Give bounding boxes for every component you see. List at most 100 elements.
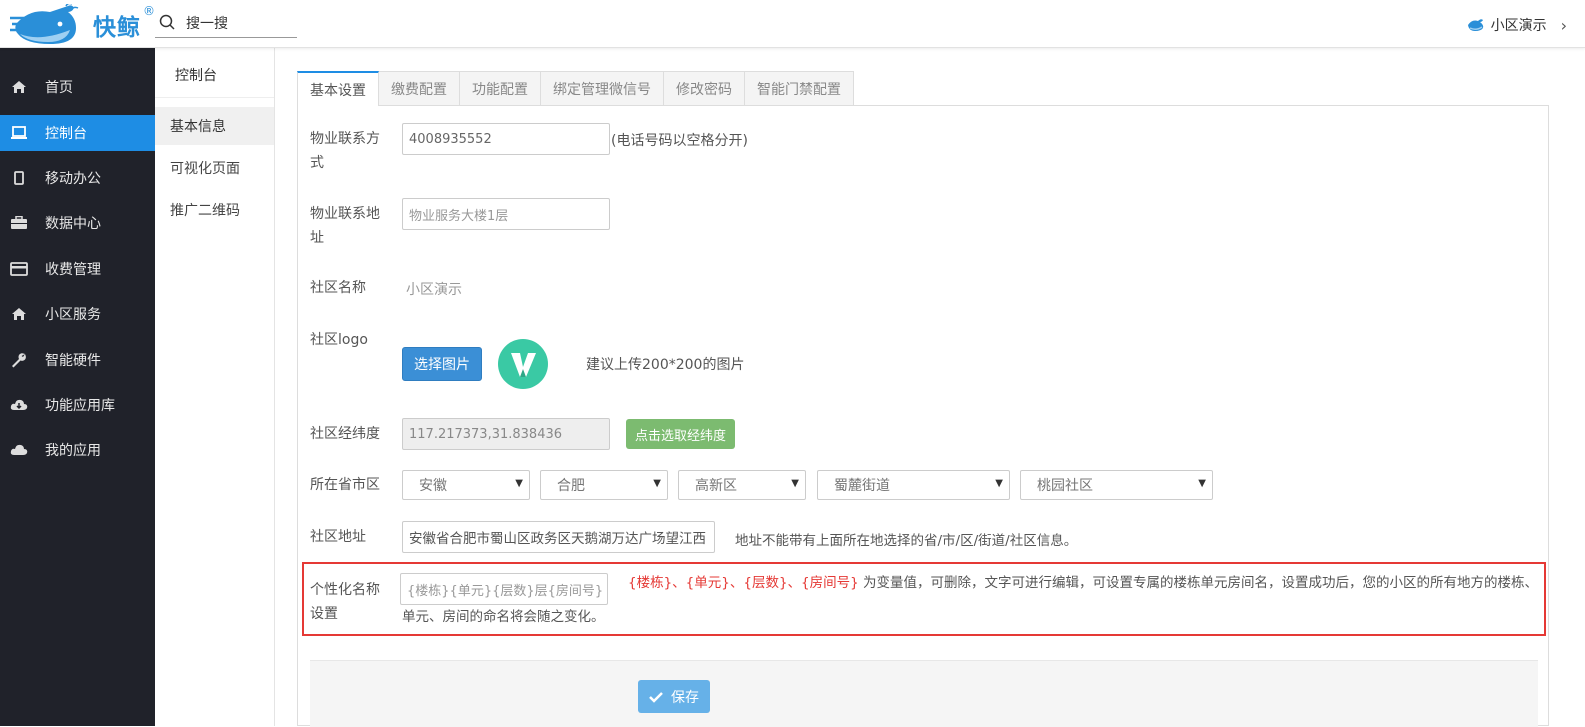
street-select[interactable]: 蜀麓街道 ▼ [817,470,1010,500]
dropdown-arrow-icon: ▼ [653,478,661,489]
check-icon [649,691,663,703]
sidebar-item-label: 首页 [45,80,73,96]
save-button[interactable]: 保存 [638,680,710,713]
sidebar-item-label: 数据中心 [45,216,101,232]
choose-image-button[interactable]: 选择图片 [402,347,482,381]
community-name-label: 社区名称 [310,280,366,296]
logo-hint: 建议上传200*200的图片 [586,357,745,373]
address-input[interactable]: 物业服务大楼1层 [402,198,610,230]
subnav-title: 控制台 [175,68,217,84]
whale-icon [1467,19,1483,31]
city-value: 合肥 [557,478,585,494]
main-content: 基本设置 缴费配置 功能配置 绑定管理微信号 修改密码 智能门禁配置 物业联系方… [297,71,1549,727]
sidebar-item-label: 我的应用 [45,443,101,459]
dropdown-arrow-icon: ▼ [1198,478,1206,489]
home-icon [10,305,28,323]
sidebar-item-smart-hardware[interactable]: 智能硬件 [0,342,155,378]
dropdown-arrow-icon: ▼ [791,478,799,489]
sidebar: 首页 控制台 移动办公 数据中心 收费管理 小区服务 智能硬件 功能应用库 我的… [0,48,155,726]
subnav-item-label: 推广二维码 [170,203,240,219]
subnav-item-basic-info[interactable]: 基本信息 [155,107,274,145]
coords-input: 117.217373,31.838436 [402,418,610,450]
city-select[interactable]: 合肥 ▼ [540,470,668,500]
custom-naming-highlight: 个性化名称设置 {楼栋}{单元}{层数}层{房间号} {楼栋}、{单元}、{层数… [302,562,1546,636]
phone-label: 物业联系方式 [310,131,380,171]
briefcase-icon [10,214,28,232]
sidebar-item-label: 移动办公 [45,171,101,187]
address-label: 物业联系地址 [310,206,380,246]
street-value: 蜀麓街道 [834,478,890,494]
community-value: 桃园社区 [1037,478,1093,494]
sidebar-item-mobile-office[interactable]: 移动办公 [0,160,155,196]
cloud-icon [10,441,28,459]
mobile-icon [10,169,28,187]
description-text: 为变量值，可删除，文字可进行编辑，可设置专属的楼栋单元房间名，设置成功后，您的小… [402,575,1539,625]
home-icon [10,78,28,96]
community-logo-image [498,339,548,389]
phone-hint: (电话号码以空格分开) [611,133,748,149]
tab-payment-config[interactable]: 缴费配置 [378,71,460,105]
divider [155,97,274,98]
sidebar-item-community-service[interactable]: 小区服务 [0,296,155,332]
province-value: 安徽 [419,478,447,494]
user-menu[interactable]: 小区演示 › [1467,15,1567,35]
sidebar-item-app-library[interactable]: 功能应用库 [0,387,155,423]
tab-bind-wechat[interactable]: 绑定管理微信号 [540,71,664,105]
settings-panel: 物业联系方式 4008935552 (电话号码以空格分开) 物业联系地址 物业服… [297,105,1549,727]
chevron-right-icon[interactable]: › [1561,16,1567,35]
subnav-item-label: 基本信息 [170,119,226,135]
dropdown-arrow-icon: ▼ [515,478,523,489]
sidebar-item-console[interactable]: 控制台 [0,115,155,151]
pick-coords-button[interactable]: 点击选取经纬度 [626,419,736,449]
subnav-item-label: 可视化页面 [170,161,240,177]
community-select[interactable]: 桃园社区 ▼ [1020,470,1213,500]
sidebar-item-data-center[interactable]: 数据中心 [0,205,155,241]
save-label: 保存 [671,689,699,706]
tab-basic-settings[interactable]: 基本设置 [297,71,379,106]
community-address-input[interactable]: 安徽省合肥市蜀山区政务区天鹅湖万达广场望江西 [402,521,715,553]
logo-label: 社区logo [310,332,368,348]
sidebar-item-billing[interactable]: 收费管理 [0,251,155,287]
sidebar-item-label: 小区服务 [45,307,101,323]
dropdown-arrow-icon: ▼ [995,478,1003,489]
registered-mark: ® [143,4,155,18]
cloud-download-icon [10,396,28,414]
community-address-hint: 地址不能带有上面所在地选择的省/市/区/街道/社区信息。 [735,533,1078,549]
sidebar-item-label: 收费管理 [45,262,101,278]
search-icon[interactable] [159,14,175,30]
user-name: 小区演示 [1490,18,1547,34]
community-name-value: 小区演示 [406,282,462,298]
brand-name[interactable]: 快鲸 [93,8,141,42]
subnav-item-visual-page[interactable]: 可视化页面 [155,149,274,187]
phone-input[interactable]: 4008935552 [402,123,610,155]
province-select[interactable]: 安徽 ▼ [402,470,530,500]
tab-bar: 基本设置 缴费配置 功能配置 绑定管理微信号 修改密码 智能门禁配置 [297,71,854,106]
tab-smart-access[interactable]: 智能门禁配置 [744,71,854,105]
laptop-icon [10,124,28,142]
sidebar-item-label: 功能应用库 [45,398,115,414]
sidebar-item-my-apps[interactable]: 我的应用 [0,432,155,468]
search-box[interactable]: 搜一搜 [155,8,297,38]
wrench-icon [10,351,28,369]
sub-navigation: 控制台 基本信息 可视化页面 推广二维码 [155,48,275,726]
sidebar-item-home[interactable]: 首页 [0,69,155,105]
sidebar-item-label: 智能硬件 [45,353,101,369]
subnav-item-qr-code[interactable]: 推广二维码 [155,191,274,229]
coords-label: 社区经纬度 [310,426,380,442]
v-logo-icon [511,353,536,377]
district-select[interactable]: 高新区 ▼ [678,470,806,500]
community-address-label: 社区地址 [310,529,366,545]
variable-list: {楼栋}、{单元}、{层数}、{房间号} [628,575,859,591]
search-input[interactable]: 搜一搜 [186,13,228,33]
region-label: 所在省市区 [310,477,380,493]
sidebar-item-label: 控制台 [45,126,87,142]
form-footer: 保存 [310,660,1538,727]
top-bar: 快鲸 ® 搜一搜 小区演示 › [0,0,1585,48]
credit-card-icon [10,260,28,278]
custom-naming-description: {楼栋}、{单元}、{层数}、{房间号} 为变量值，可删除，文字可进行编辑，可设… [402,566,1544,634]
district-value: 高新区 [695,478,737,494]
tab-change-password[interactable]: 修改密码 [663,71,745,105]
custom-naming-label: 个性化名称设置 [310,582,380,622]
whale-logo-icon [10,2,79,45]
tab-feature-config[interactable]: 功能配置 [459,71,541,105]
